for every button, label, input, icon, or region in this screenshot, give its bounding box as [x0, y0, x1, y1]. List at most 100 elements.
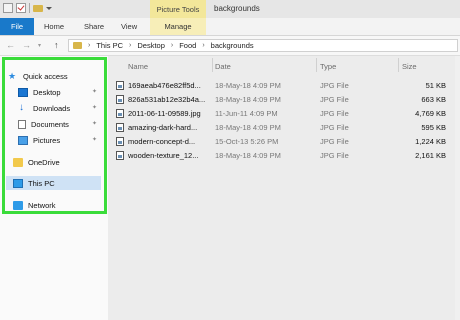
image-file-icon — [116, 137, 124, 146]
breadcrumb-backgrounds[interactable]: backgrounds — [211, 41, 254, 50]
tab-file[interactable]: File — [0, 18, 34, 35]
sidebar-item-this-pc[interactable]: This PC — [13, 177, 55, 189]
file-date: 11-Jun-11 4:09 PM — [215, 109, 278, 118]
file-size: 51 KB — [425, 81, 446, 90]
column-divider[interactable] — [316, 58, 317, 72]
file-date: 15-Oct-13 5:26 PM — [215, 137, 279, 146]
star-icon: ★ — [8, 70, 17, 81]
sidebar-item-label: Desktop — [33, 87, 61, 97]
pin-icon[interactable]: ✦ — [92, 88, 97, 95]
chevron-right-icon[interactable]: › — [129, 42, 131, 49]
forward-arrow-icon[interactable]: → — [22, 40, 31, 50]
file-type: JPG File — [320, 151, 349, 160]
table-row[interactable]: wooden-texture_12... 18-May-18 4:09 PM J… — [112, 150, 460, 162]
column-divider[interactable] — [212, 58, 213, 72]
file-type: JPG File — [320, 95, 349, 104]
network-icon — [13, 200, 23, 210]
file-name: 826a531ab12e32b4a... — [128, 95, 206, 104]
chevron-right-icon[interactable]: › — [202, 42, 204, 49]
file-name: amazing-dark-hard... — [128, 123, 198, 132]
file-type: JPG File — [320, 81, 349, 90]
new-folder-icon[interactable] — [33, 4, 43, 12]
quick-access-toolbar — [3, 3, 52, 13]
pc-icon — [13, 178, 23, 188]
pin-icon[interactable]: ✦ — [92, 120, 97, 127]
sidebar-item-label: Downloads — [33, 103, 71, 113]
breadcrumb-food[interactable]: Food — [179, 41, 196, 50]
sidebar-item-documents[interactable]: Documents — [18, 118, 69, 130]
tab-home[interactable]: Home — [44, 18, 64, 35]
image-file-icon — [116, 81, 124, 90]
checkmark-icon[interactable] — [16, 3, 26, 13]
file-name: 169aeab476e82ff5d... — [128, 81, 201, 90]
sidebar-item-label: This PC — [28, 178, 55, 188]
sidebar-item-label: OneDrive — [28, 157, 60, 167]
file-date: 18-May-18 4:09 PM — [215, 95, 281, 104]
chevron-down-icon[interactable] — [46, 6, 52, 10]
pin-icon[interactable]: ✦ — [92, 136, 97, 143]
tab-view[interactable]: View — [121, 18, 137, 35]
sidebar-item-network[interactable]: Network — [13, 199, 56, 211]
file-type: JPG File — [320, 109, 349, 118]
sidebar-item-label: Documents — [31, 119, 69, 129]
desktop-icon — [18, 87, 28, 97]
table-row[interactable]: amazing-dark-hard... 18-May-18 4:09 PM J… — [112, 122, 460, 134]
chevron-down-icon[interactable]: ▾ — [38, 42, 41, 49]
sidebar-item-quick-access[interactable]: ★ Quick access — [8, 70, 68, 82]
image-file-icon — [116, 151, 124, 160]
table-row[interactable]: 2011-06-11-09589.jpg 11-Jun-11 4:09 PM J… — [112, 108, 460, 120]
folder-icon — [13, 157, 23, 167]
column-divider[interactable] — [398, 58, 399, 72]
breadcrumb-this-pc[interactable]: This PC — [96, 41, 123, 50]
column-header-size[interactable]: Size — [402, 62, 417, 71]
pin-icon[interactable]: ✦ — [92, 104, 97, 111]
back-arrow-icon[interactable]: ← — [6, 40, 15, 50]
file-size: 663 KB — [421, 95, 446, 104]
tab-share[interactable]: Share — [84, 18, 104, 35]
sidebar-item-label: Pictures — [33, 135, 61, 145]
sidebar-item-label: Quick access — [23, 71, 68, 81]
properties-icon[interactable] — [3, 3, 13, 13]
column-header-date[interactable]: Date — [215, 62, 231, 71]
chevron-right-icon[interactable]: › — [88, 42, 90, 49]
file-name: wooden-texture_12... — [128, 151, 199, 160]
pictures-icon — [18, 135, 28, 145]
image-file-icon — [116, 95, 124, 104]
file-date: 18-May-18 4:09 PM — [215, 81, 281, 90]
toolbar-divider — [29, 3, 30, 13]
documents-icon — [18, 119, 26, 129]
file-name: modern-concept-d... — [128, 137, 196, 146]
file-type: JPG File — [320, 123, 349, 132]
table-row[interactable]: 169aeab476e82ff5d... 18-May-18 4:09 PM J… — [112, 80, 460, 92]
file-date: 18-May-18 4:09 PM — [215, 151, 281, 160]
image-file-icon — [116, 109, 124, 118]
file-size: 595 KB — [421, 123, 446, 132]
tab-manage[interactable]: Manage — [150, 18, 206, 35]
table-row[interactable]: modern-concept-d... 15-Oct-13 5:26 PM JP… — [112, 136, 460, 148]
downloads-icon — [18, 102, 28, 113]
file-size: 1,224 KB — [415, 137, 446, 146]
image-file-icon — [116, 123, 124, 132]
sidebar-item-downloads[interactable]: Downloads — [18, 102, 70, 114]
address-input[interactable]: › This PC › Desktop › Food › backgrounds — [68, 39, 458, 52]
address-bar-row: ← → ▾ ↑ › This PC › Desktop › Food › bac… — [0, 36, 460, 56]
file-size: 4,769 KB — [415, 109, 446, 118]
column-header-name[interactable]: Name — [128, 62, 148, 71]
vertical-scrollbar[interactable] — [455, 56, 460, 320]
sidebar-item-pictures[interactable]: Pictures — [18, 134, 60, 146]
file-size: 2,161 KB — [415, 151, 446, 160]
picture-tools-label: Picture Tools — [150, 0, 206, 18]
sidebar-item-desktop[interactable]: Desktop — [18, 86, 61, 98]
chevron-right-icon[interactable]: › — [171, 42, 173, 49]
file-name: 2011-06-11-09589.jpg — [128, 109, 201, 118]
column-header-type[interactable]: Type — [320, 62, 336, 71]
table-row[interactable]: 826a531ab12e32b4a... 18-May-18 4:09 PM J… — [112, 94, 460, 106]
sidebar-item-onedrive[interactable]: OneDrive — [13, 156, 60, 168]
file-type: JPG File — [320, 137, 349, 146]
file-date: 18-May-18 4:09 PM — [215, 123, 281, 132]
folder-icon — [73, 42, 82, 49]
breadcrumb-desktop[interactable]: Desktop — [137, 41, 165, 50]
up-arrow-icon[interactable]: ↑ — [54, 40, 59, 50]
window-title: backgrounds — [214, 4, 260, 13]
sidebar-item-label: Network — [28, 200, 56, 210]
